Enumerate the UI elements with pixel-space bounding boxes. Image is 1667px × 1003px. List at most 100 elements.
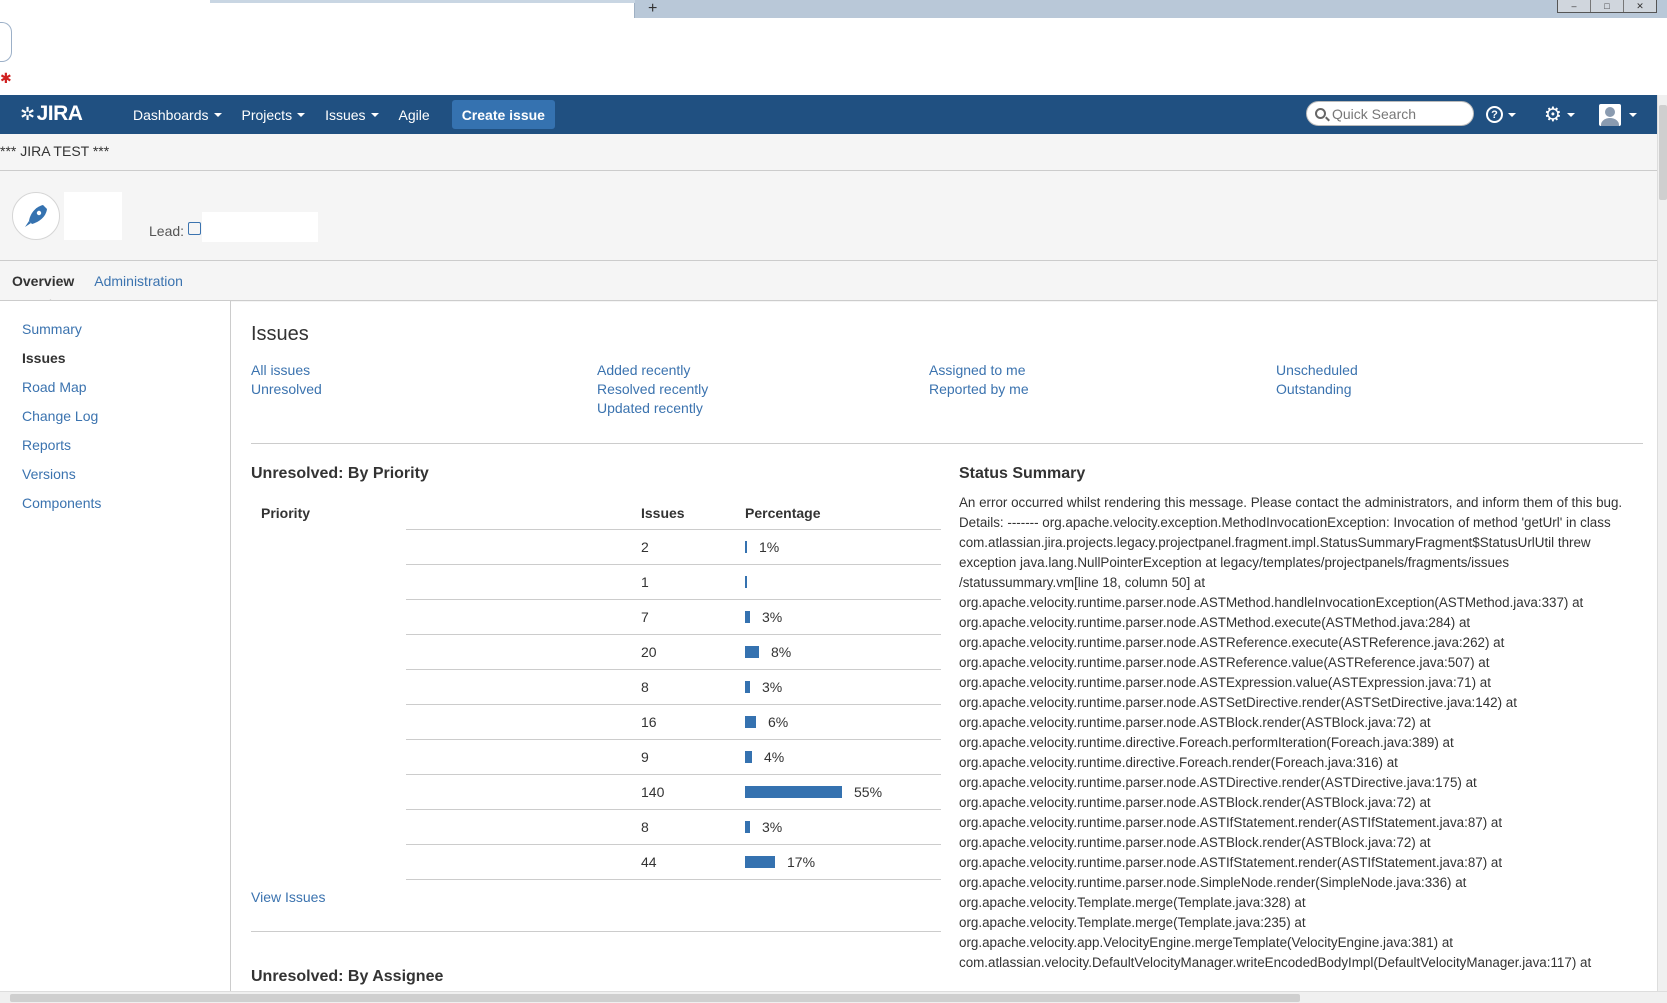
issue-count[interactable]: 8 xyxy=(641,669,745,705)
priority-cell xyxy=(251,634,406,669)
percentage-bar xyxy=(745,575,747,588)
percentage-label: 6% xyxy=(768,713,789,730)
percentage-bar xyxy=(745,540,747,553)
table-row: 20 8% xyxy=(251,634,941,670)
quick-search[interactable] xyxy=(1306,101,1474,126)
chevron-down-icon xyxy=(1508,112,1516,117)
browser-tab-background xyxy=(210,0,635,3)
sidebar-item-change-log[interactable]: Change Log xyxy=(22,408,98,424)
nav-projects[interactable]: Projects xyxy=(242,107,306,123)
gear-icon: ⚙ xyxy=(1544,103,1562,126)
filter-updated-recently[interactable]: Updated recently xyxy=(597,400,703,416)
lead-user-icon[interactable] xyxy=(188,222,201,235)
browser-extension-icon[interactable] xyxy=(0,22,12,62)
filter-added-recently[interactable]: Added recently xyxy=(597,362,690,378)
close-window-button[interactable]: ✕ xyxy=(1624,0,1656,12)
main-content: Issues All issues Unresolved Added recen… xyxy=(232,301,1657,991)
jira-logo[interactable]: ✲ JIRA xyxy=(20,102,83,126)
percentage-bar xyxy=(745,750,752,763)
priority-cell xyxy=(251,529,406,564)
chevron-down-icon xyxy=(1566,112,1575,117)
filter-unresolved[interactable]: Unresolved xyxy=(251,381,322,397)
filter-all-issues[interactable]: All issues xyxy=(251,362,310,378)
table-row: 16 6% xyxy=(251,704,941,740)
by-assignee-title: Unresolved: By Assignee xyxy=(251,968,444,985)
jira-logo-text: JIRA xyxy=(36,102,83,125)
vertical-scrollbar-thumb[interactable] xyxy=(1659,105,1667,200)
nav-agile[interactable]: Agile xyxy=(399,107,430,123)
table-row: 1 xyxy=(251,564,941,600)
user-menu[interactable] xyxy=(1599,95,1637,134)
percentage-cell: 17% xyxy=(745,844,941,880)
tab-administration[interactable]: Administration xyxy=(94,273,183,289)
issue-count[interactable]: 7 xyxy=(641,599,745,635)
percentage-cell: 8% xyxy=(745,634,941,670)
issue-count[interactable]: 9 xyxy=(641,739,745,775)
filter-unscheduled[interactable]: Unscheduled xyxy=(1276,362,1358,378)
issue-count[interactable]: 1 xyxy=(641,564,745,600)
jira-logo-icon: ✲ xyxy=(20,103,35,124)
percentage-label: 3% xyxy=(762,678,783,695)
table-row: 9 4% xyxy=(251,739,941,775)
priority-cell xyxy=(251,704,406,739)
lead-name-redacted xyxy=(202,212,318,242)
percentage-label: 3% xyxy=(762,818,783,835)
project-sidebar: Summary Issues Road Map Change Log Repor… xyxy=(0,301,231,991)
create-issue-button[interactable]: Create issue xyxy=(451,100,555,129)
horizontal-scrollbar[interactable] xyxy=(0,991,1667,1003)
filter-reported-by-me[interactable]: Reported by me xyxy=(929,381,1029,397)
priority-header: Priority xyxy=(261,505,311,521)
minimize-button[interactable]: ‒ xyxy=(1558,0,1591,12)
sidebar-item-components[interactable]: Components xyxy=(22,495,101,511)
announcement-banner: *** JIRA TEST *** xyxy=(0,143,110,159)
issues-header: Issues xyxy=(641,497,745,530)
sidebar-item-versions[interactable]: Versions xyxy=(22,466,76,482)
tab-overview[interactable]: Overview xyxy=(12,273,74,289)
maximize-button[interactable]: □ xyxy=(1591,0,1624,12)
percentage-label: 4% xyxy=(764,748,785,765)
percentage-bar xyxy=(745,645,759,658)
help-menu[interactable]: ? xyxy=(1486,95,1516,134)
nav-issues[interactable]: Issues xyxy=(325,106,379,123)
nav-label: Agile xyxy=(398,106,430,123)
sidebar-item-road-map[interactable]: Road Map xyxy=(22,379,87,395)
filter-assigned-to-me[interactable]: Assigned to me xyxy=(929,362,1026,378)
issue-count[interactable]: 20 xyxy=(641,634,745,670)
admin-menu[interactable]: ⚙ xyxy=(1544,95,1575,134)
lead-label: Lead: xyxy=(149,223,185,239)
issue-count[interactable]: 16 xyxy=(641,704,745,740)
percentage-cell: 3% xyxy=(745,599,941,635)
divider xyxy=(0,170,1657,171)
sidebar-item-summary[interactable]: Summary xyxy=(22,321,82,337)
horizontal-scrollbar-thumb[interactable] xyxy=(10,994,1300,1002)
percentage-bar xyxy=(745,680,750,693)
view-issues-link[interactable]: View Issues xyxy=(251,889,325,905)
table-row: 8 3% xyxy=(251,669,941,705)
percentage-label: 8% xyxy=(771,643,792,660)
new-tab-button[interactable]: + xyxy=(648,1,657,17)
sidebar-item-issues[interactable]: Issues xyxy=(22,350,66,366)
priority-cell xyxy=(251,564,406,599)
priority-name-cell xyxy=(406,774,641,810)
issue-count[interactable]: 44 xyxy=(641,844,745,880)
priority-cell xyxy=(251,809,406,844)
priority-name-cell xyxy=(406,739,641,775)
priority-name-cell xyxy=(406,809,641,845)
issue-count[interactable]: 2 xyxy=(641,529,745,565)
nav-dashboards[interactable]: Dashboards xyxy=(133,107,222,123)
project-avatar[interactable] xyxy=(12,192,60,240)
filter-resolved-recently[interactable]: Resolved recently xyxy=(597,381,708,397)
issue-count[interactable]: 8 xyxy=(641,809,745,845)
vertical-scrollbar[interactable] xyxy=(1657,95,1667,992)
table-row: 140 55% xyxy=(251,774,941,810)
sidebar-item-reports[interactable]: Reports xyxy=(22,437,71,453)
percentage-bar xyxy=(745,785,842,798)
nav-label: Projects xyxy=(241,106,293,123)
nav-label: Issues xyxy=(325,106,366,123)
quick-search-input[interactable] xyxy=(1332,105,1462,122)
filter-outstanding[interactable]: Outstanding xyxy=(1276,381,1352,397)
table-row: 7 3% xyxy=(251,599,941,635)
table-header-row: Priority Issues Percentage xyxy=(251,497,941,530)
issue-count[interactable]: 140 xyxy=(641,774,745,810)
nav-label: Dashboards xyxy=(133,106,209,123)
